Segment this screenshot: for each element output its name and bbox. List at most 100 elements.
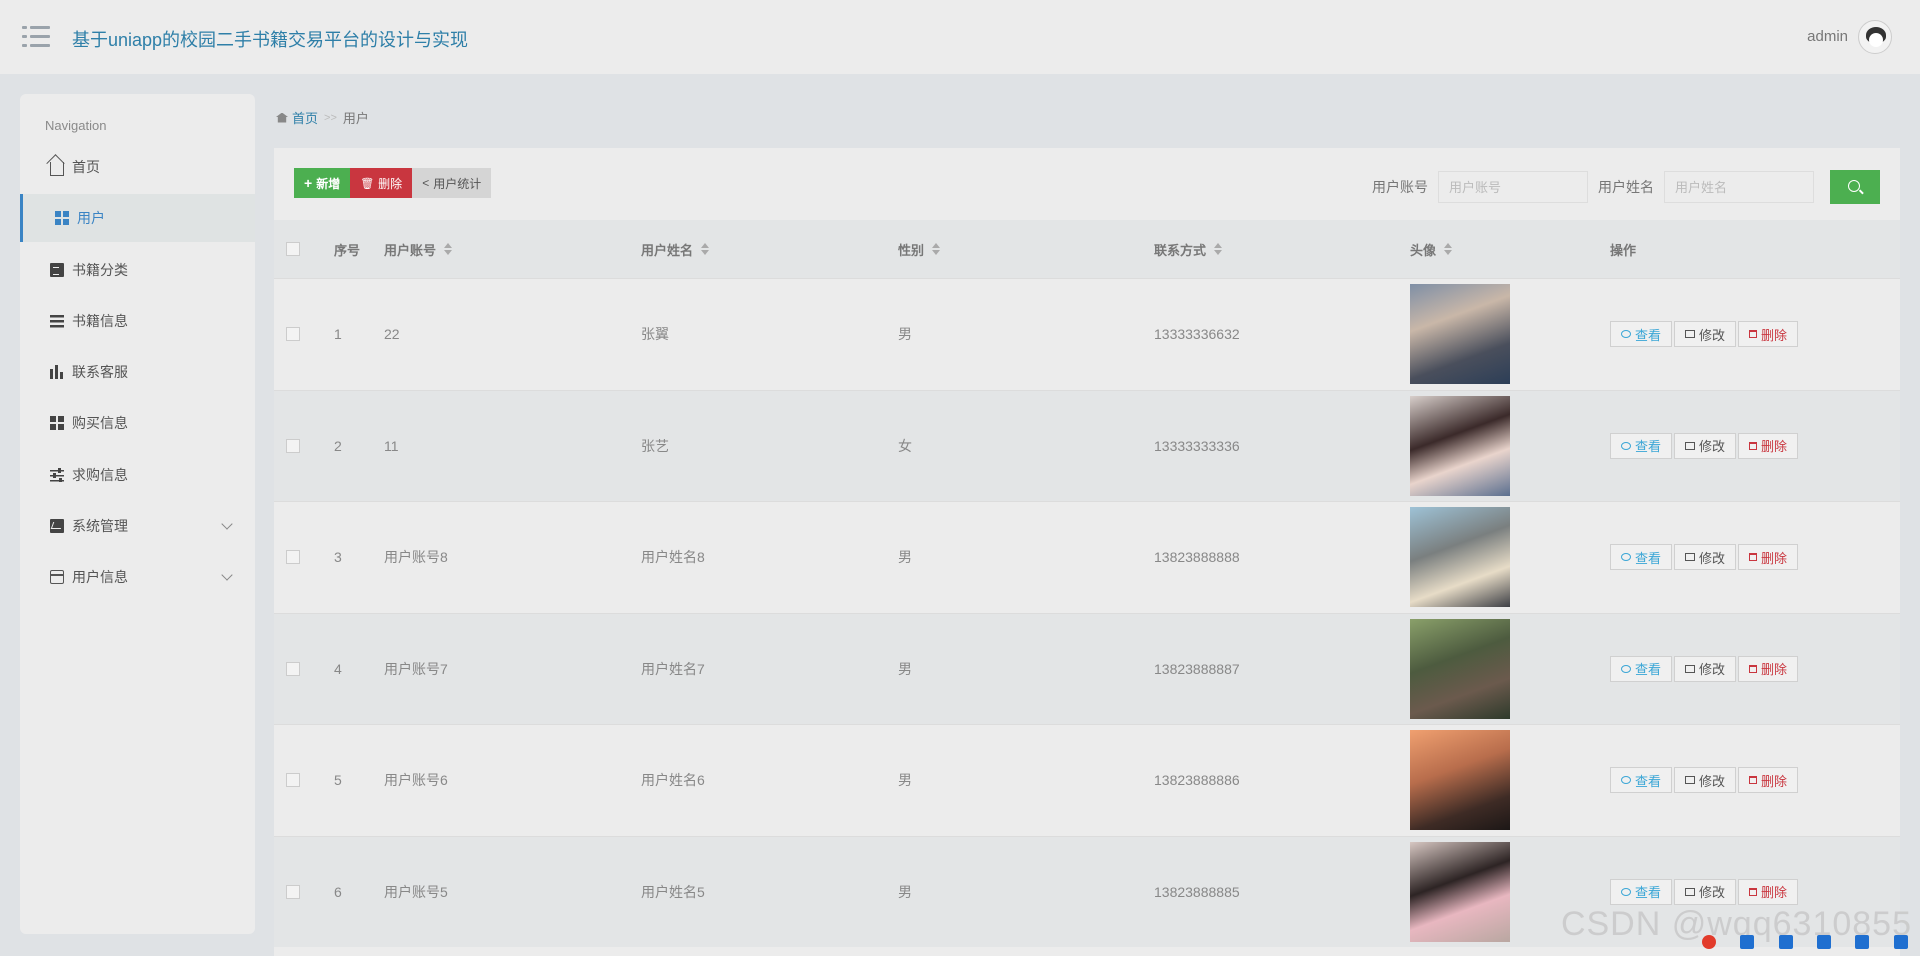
sidebar-item-label: 书籍分类	[72, 262, 128, 278]
top-header: 基于uniapp的校园二手书籍交易平台的设计与实现 admin	[0, 0, 1920, 74]
nav-caption: Navigation	[45, 118, 107, 133]
header-name[interactable]: 用户姓名	[641, 220, 710, 278]
edit-button[interactable]: 修改	[1674, 321, 1737, 348]
menu-toggle-icon[interactable]	[22, 26, 50, 48]
trash-icon	[1749, 776, 1758, 785]
view-button[interactable]: 查看	[1610, 655, 1673, 682]
user-photo[interactable]	[1410, 730, 1510, 831]
account-search-input[interactable]	[1438, 171, 1588, 203]
delete-label: 删除	[378, 176, 403, 191]
row-delete-button[interactable]: 删除	[1738, 655, 1799, 682]
name-search-input[interactable]	[1664, 171, 1814, 203]
view-button[interactable]: 查看	[1610, 432, 1673, 459]
list-icon	[50, 314, 64, 328]
line-chart-icon	[50, 519, 64, 533]
view-button[interactable]: 查看	[1610, 767, 1673, 794]
row-checkbox[interactable]	[286, 438, 300, 453]
view-button[interactable]: 查看	[1610, 878, 1673, 905]
ime-icon[interactable]	[1702, 935, 1717, 949]
row-checkbox[interactable]	[286, 661, 300, 676]
table-row: 1 22 张翼 男 13333336632 查看 修改 删除	[274, 278, 1900, 390]
cell-account: 22	[384, 326, 400, 343]
search-button[interactable]	[1830, 170, 1880, 204]
table-row: 2 11 张艺 女 13333333336 查看 修改 删除	[274, 389, 1900, 501]
add-button[interactable]: + 新增	[294, 168, 351, 198]
sidebar-item-book-category[interactable]: 书籍分类	[20, 246, 255, 294]
row-delete-button[interactable]: 删除	[1738, 432, 1799, 459]
delete-button[interactable]: 🗑 删除	[350, 168, 413, 198]
edit-button[interactable]: 修改	[1674, 767, 1737, 794]
cell-phone: 13333336632	[1154, 326, 1240, 343]
sort-icon[interactable]	[444, 243, 453, 255]
user-photo[interactable]	[1410, 841, 1510, 942]
row-checkbox[interactable]	[286, 773, 300, 788]
tray-icon[interactable]	[1740, 935, 1755, 949]
plus-icon: +	[304, 175, 313, 191]
header-avatar[interactable]: 头像	[1410, 220, 1453, 278]
table-row: 3 用户账号8 用户姓名8 男 13823888888 查看 修改 删除	[274, 501, 1900, 613]
sidebar-item-support[interactable]: 联系客服	[20, 348, 255, 396]
row-delete-button[interactable]: 删除	[1738, 544, 1799, 571]
table-row: 4 用户账号7 用户姓名7 男 13823888887 查看 修改 删除	[274, 612, 1900, 724]
eye-icon	[1621, 553, 1631, 562]
tray-icon[interactable]	[1855, 935, 1870, 949]
cell-account: 用户账号7	[384, 660, 448, 677]
table-header: 序号 用户账号 用户姓名 性别 联系方式 头像 操作	[274, 220, 1900, 278]
grid-icon[interactable]	[1893, 935, 1908, 949]
header-phone[interactable]: 联系方式	[1154, 220, 1223, 278]
cell-gender: 女	[898, 437, 912, 454]
user-photo[interactable]	[1410, 395, 1510, 496]
sort-icon[interactable]	[1214, 243, 1223, 255]
sidebar-item-users[interactable]: 用户	[20, 194, 255, 242]
sidebar-item-label: 联系客服	[72, 364, 128, 380]
keyboard-icon[interactable]	[1817, 935, 1832, 949]
cell-name: 用户姓名6	[641, 772, 705, 789]
user-stats-button[interactable]: < 用户统计	[412, 168, 492, 198]
select-all-checkbox[interactable]	[286, 242, 300, 256]
user-photo[interactable]	[1410, 507, 1510, 608]
user-photo[interactable]	[1410, 618, 1510, 719]
edit-button[interactable]: 修改	[1674, 432, 1737, 459]
sidebar-item-system[interactable]: 系统管理	[20, 502, 255, 550]
sidebar-item-label: 用户	[77, 210, 105, 226]
breadcrumb-current: 用户	[342, 111, 369, 126]
row-delete-button[interactable]: 删除	[1738, 878, 1799, 905]
row-checkbox[interactable]	[286, 327, 300, 342]
sidebar-item-book-info[interactable]: 书籍信息	[20, 297, 255, 345]
add-label: 新增	[316, 176, 341, 191]
edit-button[interactable]: 修改	[1674, 878, 1737, 905]
sort-icon[interactable]	[1444, 243, 1453, 255]
username-label[interactable]: admin	[1807, 28, 1848, 45]
header-gender[interactable]: 性别	[898, 220, 941, 278]
sidebar-item-label: 求购信息	[72, 467, 128, 483]
avatar[interactable]	[1858, 20, 1892, 54]
table-body: 1 22 张翼 男 13333336632 查看 修改 删除 2 11 张艺 女…	[274, 278, 1900, 947]
edit-button[interactable]: 修改	[1674, 655, 1737, 682]
sidebar-item-home[interactable]: 首页	[20, 143, 255, 191]
header-account[interactable]: 用户账号	[384, 220, 453, 278]
view-button[interactable]: 查看	[1610, 321, 1673, 348]
row-delete-button[interactable]: 删除	[1738, 321, 1799, 348]
sidebar-item-purchases[interactable]: 购买信息	[20, 399, 255, 447]
sort-icon[interactable]	[701, 243, 710, 255]
sidebar-item-label: 系统管理	[72, 518, 128, 534]
share-icon: <	[422, 176, 430, 190]
breadcrumb-home[interactable]: 首页	[292, 108, 318, 127]
sliders-icon	[50, 468, 64, 482]
sort-icon[interactable]	[932, 243, 941, 255]
user-photo[interactable]	[1410, 284, 1510, 385]
cell-name: 张翼	[641, 326, 669, 343]
edit-button[interactable]: 修改	[1674, 544, 1737, 571]
cell-no: 3	[334, 549, 342, 566]
card-icon	[50, 570, 64, 584]
row-checkbox[interactable]	[286, 884, 300, 899]
sidebar-item-wanted[interactable]: 求购信息	[20, 451, 255, 499]
row-delete-button[interactable]: 删除	[1738, 767, 1799, 794]
view-button[interactable]: 查看	[1610, 544, 1673, 571]
sidebar-item-user-info[interactable]: 用户信息	[20, 553, 255, 601]
cell-phone: 13823888888	[1154, 549, 1240, 566]
row-checkbox[interactable]	[286, 550, 300, 565]
mic-icon[interactable]	[1778, 935, 1793, 949]
chevron-down-icon	[221, 518, 233, 530]
search-area: 用户账号 用户姓名	[1372, 170, 1880, 204]
